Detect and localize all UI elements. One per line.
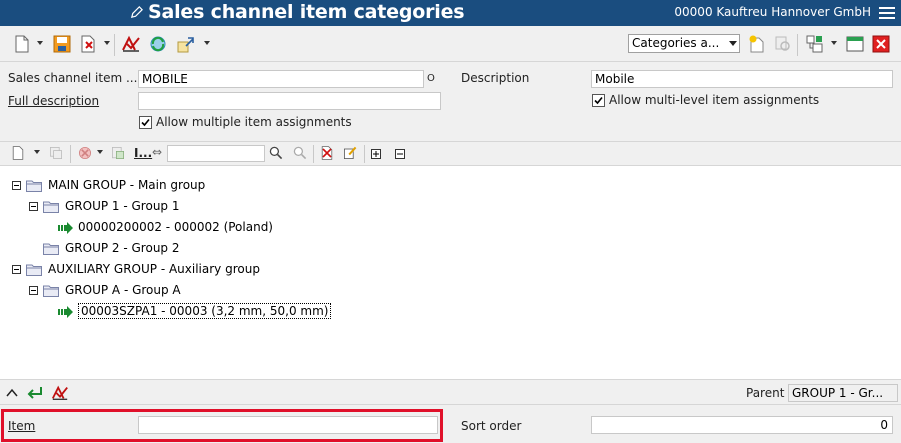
allow-multi-level-label: Allow multi-level item assignments (609, 93, 820, 107)
edit-node-icon[interactable] (342, 145, 358, 161)
sales-channel-item-field[interactable]: MOBILE (138, 70, 424, 88)
add-category-icon[interactable] (747, 34, 767, 54)
folder-icon (43, 285, 59, 297)
export-icon[interactable] (176, 34, 196, 54)
delete-node-dropdown-icon[interactable] (97, 150, 103, 154)
folder-icon (26, 180, 42, 192)
item-arrow-icon (58, 306, 73, 318)
filter-label: I... (134, 146, 153, 160)
collapse-all-icon[interactable] (395, 149, 405, 159)
header-form: Sales channel item ... MOBILE O Descript… (0, 63, 901, 140)
new-dropdown-icon[interactable] (37, 41, 43, 45)
allow-multiple-label: Allow multiple item assignments (156, 115, 352, 129)
window-title: Sales channel item categories (148, 1, 465, 23)
description-label: Description (461, 71, 530, 85)
check-mark-icon (141, 118, 150, 127)
collapse-toggle-icon[interactable] (12, 181, 21, 190)
copy-node-icon[interactable] (48, 145, 64, 161)
chevron-down-icon (729, 41, 737, 46)
expand-all-icon[interactable] (371, 149, 381, 159)
paste-node-icon[interactable] (110, 145, 126, 161)
item-field[interactable] (138, 416, 438, 434)
company-label: 00000 Kauftreu Hannover GmbH (674, 5, 871, 19)
new-node-icon[interactable] (10, 145, 26, 161)
tree-filter-input[interactable] (167, 145, 265, 162)
settings-tree-icon[interactable] (805, 34, 825, 54)
hamburger-menu-icon[interactable] (879, 6, 895, 20)
collapse-toggle-icon[interactable] (12, 265, 21, 274)
description-field[interactable]: Mobile (591, 70, 893, 88)
folder-icon (26, 264, 42, 276)
folder-icon (43, 201, 59, 213)
allow-multiple-checkbox[interactable] (139, 116, 152, 129)
view-select[interactable]: Categories a... (628, 34, 740, 53)
remove-assignment-icon[interactable] (319, 145, 335, 161)
parent-field: GROUP 1 - Gr... (788, 384, 898, 402)
title-bar: Sales channel item categories 00000 Kauf… (0, 0, 901, 26)
full-description-field[interactable] (138, 92, 441, 110)
folder-icon (43, 243, 59, 255)
search-icon[interactable] (268, 145, 284, 161)
parent-label: Parent (746, 386, 785, 400)
delete-document-icon[interactable] (78, 34, 98, 54)
sales-channel-item-label: Sales channel item ... (8, 71, 138, 85)
refresh-icon[interactable] (148, 34, 168, 54)
search-record-icon[interactable] (773, 34, 793, 54)
item-detail-row: Item Sort order 0 (0, 406, 901, 443)
close-icon[interactable] (871, 34, 891, 54)
chevron-up-icon[interactable] (5, 386, 19, 400)
new-document-icon[interactable] (12, 34, 32, 54)
search-next-icon[interactable] (292, 145, 308, 161)
lookup-marker[interactable]: O (427, 73, 435, 84)
category-tree[interactable]: MAIN GROUP - Main group GROUP 1 - Group … (0, 165, 901, 380)
main-toolbar: Categories a... (0, 26, 901, 62)
export-dropdown-icon[interactable] (204, 41, 210, 45)
item-arrow-icon (58, 222, 73, 234)
full-description-label: Full description (8, 94, 100, 108)
window-icon[interactable] (845, 34, 865, 54)
check-icon[interactable] (51, 384, 69, 402)
check-icon[interactable] (121, 34, 141, 54)
return-icon[interactable] (26, 385, 44, 401)
tree-toolbar: I... ⇔ (0, 141, 901, 165)
save-icon[interactable] (52, 34, 72, 54)
item-label: Item (8, 419, 36, 433)
new-node-dropdown-icon[interactable] (34, 150, 40, 154)
tree-status-bar: Parent GROUP 1 - Gr... (0, 381, 901, 405)
delete-node-icon[interactable] (77, 145, 93, 161)
sort-order-label: Sort order (461, 419, 522, 433)
swap-icon[interactable]: ⇔ (152, 145, 162, 159)
check-mark-icon (594, 96, 603, 105)
collapse-toggle-icon[interactable] (29, 202, 38, 211)
collapse-toggle-icon[interactable] (29, 286, 38, 295)
allow-multi-level-checkbox[interactable] (592, 94, 605, 107)
settings-dropdown-icon[interactable] (831, 41, 837, 45)
delete-dropdown-icon[interactable] (104, 41, 110, 45)
sort-order-field[interactable]: 0 (591, 416, 893, 434)
